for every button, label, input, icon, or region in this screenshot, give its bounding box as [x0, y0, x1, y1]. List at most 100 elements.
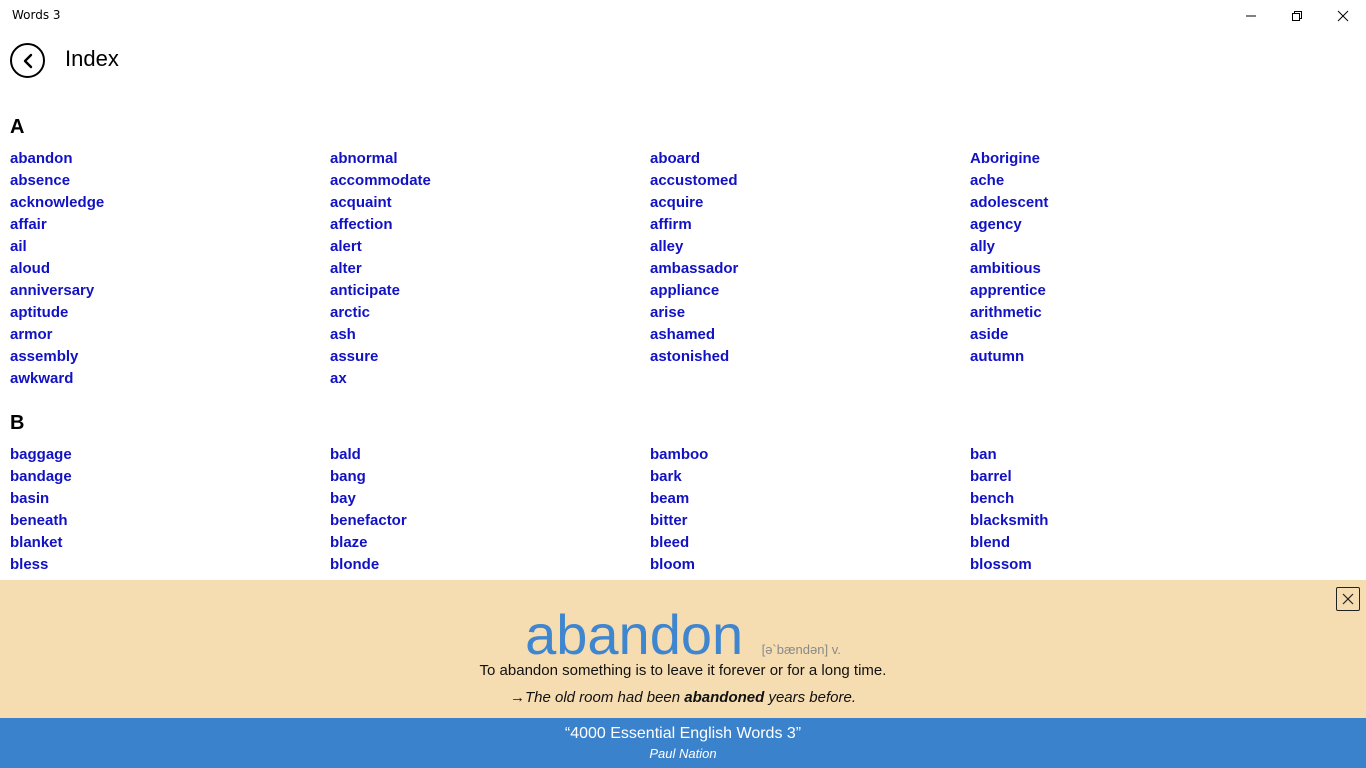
word-link[interactable]: barrel — [970, 466, 1290, 488]
example-highlight: abandoned — [684, 689, 765, 706]
word-link[interactable]: bleed — [650, 532, 970, 554]
section-b: B baggage bald bamboo ban bandage bang bark bar… — [0, 408, 1366, 580]
word-link[interactable]: abandon — [10, 148, 330, 170]
word-link[interactable]: affection — [330, 214, 650, 236]
definition-heading: abandon [ə`bændən] v. — [0, 602, 1366, 667]
word-link[interactable]: astonished — [650, 346, 970, 368]
word-link[interactable]: abnormal — [330, 148, 650, 170]
word-grid: baggage bald bamboo ban bandage bang bark barre… — [0, 444, 1366, 580]
word-index[interactable]: A abandon abnormal aboard Aborigine absence a… — [0, 112, 1366, 580]
word-link[interactable]: aloud — [10, 258, 330, 280]
word-link[interactable]: appliance — [650, 280, 970, 302]
word-link[interactable]: alter — [330, 258, 650, 280]
word-link[interactable]: aside — [970, 324, 1290, 346]
word-link[interactable]: blonde — [330, 554, 650, 576]
word-link[interactable]: ax — [330, 368, 650, 390]
word-link[interactable]: ail — [10, 236, 330, 258]
title-bar: Words 3 — [0, 0, 1366, 32]
word-link[interactable]: bay — [330, 488, 650, 510]
page-header: Index — [0, 40, 600, 80]
book-title: “4000 Essential English Words 3” — [564, 725, 802, 742]
word-link[interactable]: armor — [10, 324, 330, 346]
word-link[interactable]: accustomed — [650, 170, 970, 192]
word-link[interactable]: blanket — [10, 532, 330, 554]
part-of-speech: v. — [831, 642, 841, 657]
word-link[interactable]: baggage — [10, 444, 330, 466]
word-link[interactable]: accommodate — [330, 170, 650, 192]
chevron-left-icon — [23, 53, 32, 68]
word-link[interactable]: bless — [10, 554, 330, 576]
footer: “4000 Essential English Words 3” Paul Na… — [0, 718, 1366, 768]
word-link[interactable]: bamboo — [650, 444, 970, 466]
restore-icon — [1292, 11, 1302, 21]
word-link[interactable]: bench — [970, 488, 1290, 510]
close-window-button[interactable] — [1320, 0, 1366, 32]
word-link[interactable]: ambitious — [970, 258, 1290, 280]
minimize-icon — [1246, 15, 1256, 17]
word-link[interactable]: bark — [650, 466, 970, 488]
word-link[interactable]: ambassador — [650, 258, 970, 280]
section-a: A abandon abnormal aboard Aborigine absence a… — [0, 112, 1366, 390]
word-link[interactable]: assure — [330, 346, 650, 368]
phonetic-text: [ə`bændən] — [761, 642, 829, 657]
phonetic: [ə`bændən] v. — [762, 642, 841, 657]
book-author: Paul Nation — [649, 746, 717, 761]
word-link[interactable]: affirm — [650, 214, 970, 236]
word-link[interactable]: ache — [970, 170, 1290, 192]
word-link[interactable]: ban — [970, 444, 1290, 466]
word-link[interactable]: bang — [330, 466, 650, 488]
word-grid: abandon abnormal aboard Aborigine absence acc… — [0, 148, 1366, 390]
minimize-button[interactable] — [1228, 0, 1274, 32]
word-link[interactable]: bandage — [10, 466, 330, 488]
word-link[interactable]: ashamed — [650, 324, 970, 346]
word-link[interactable]: ally — [970, 236, 1290, 258]
word-link[interactable]: bald — [330, 444, 650, 466]
word-link[interactable]: assembly — [10, 346, 330, 368]
headword: abandon — [525, 603, 744, 666]
word-link[interactable]: alert — [330, 236, 650, 258]
app-title: Words 3 — [12, 8, 61, 22]
word-link[interactable]: bitter — [650, 510, 970, 532]
close-icon — [1337, 10, 1349, 22]
example-sentence: →The old room had been abandoned years b… — [0, 689, 1366, 706]
definition-meaning: To abandon something is to leave it fore… — [479, 662, 887, 679]
example-before: The old room had been — [524, 689, 685, 706]
section-letter: A — [10, 116, 25, 138]
word-link[interactable]: anticipate — [330, 280, 650, 302]
word-link[interactable]: benefactor — [330, 510, 650, 532]
word-link[interactable]: affair — [10, 214, 330, 236]
restore-button[interactable] — [1274, 0, 1320, 32]
back-button[interactable] — [10, 43, 45, 78]
word-link[interactable]: alley — [650, 236, 970, 258]
page-title: Index — [65, 46, 119, 71]
word-link[interactable]: adolescent — [970, 192, 1290, 214]
word-link[interactable]: autumn — [970, 346, 1290, 368]
word-link[interactable]: blossom — [970, 554, 1290, 576]
word-link[interactable]: acknowledge — [10, 192, 330, 214]
section-letter: B — [10, 412, 25, 434]
word-link[interactable]: aboard — [650, 148, 970, 170]
word-link[interactable]: bloom — [650, 554, 970, 576]
word-link[interactable]: beam — [650, 488, 970, 510]
word-link[interactable]: arithmetic — [970, 302, 1290, 324]
word-link[interactable]: agency — [970, 214, 1290, 236]
word-link[interactable]: basin — [10, 488, 330, 510]
arrow-right-icon: → — [509, 689, 525, 706]
example-after: years before. — [764, 689, 856, 706]
word-link[interactable]: blaze — [330, 532, 650, 554]
word-link[interactable]: apprentice — [970, 280, 1290, 302]
word-link[interactable]: arise — [650, 302, 970, 324]
word-link[interactable]: acquaint — [330, 192, 650, 214]
word-link[interactable]: acquire — [650, 192, 970, 214]
word-link[interactable]: awkward — [10, 368, 330, 390]
word-link[interactable]: aptitude — [10, 302, 330, 324]
word-link[interactable]: anniversary — [10, 280, 330, 302]
word-link[interactable]: beneath — [10, 510, 330, 532]
word-link[interactable]: Aborigine — [970, 148, 1290, 170]
word-link[interactable]: blacksmith — [970, 510, 1290, 532]
word-link[interactable]: arctic — [330, 302, 650, 324]
word-link[interactable]: ash — [330, 324, 650, 346]
word-link[interactable]: absence — [10, 170, 330, 192]
word-link[interactable]: blend — [970, 532, 1290, 554]
definition-panel: abandon [ə`bændən] v. To abandon somethi… — [0, 580, 1366, 718]
